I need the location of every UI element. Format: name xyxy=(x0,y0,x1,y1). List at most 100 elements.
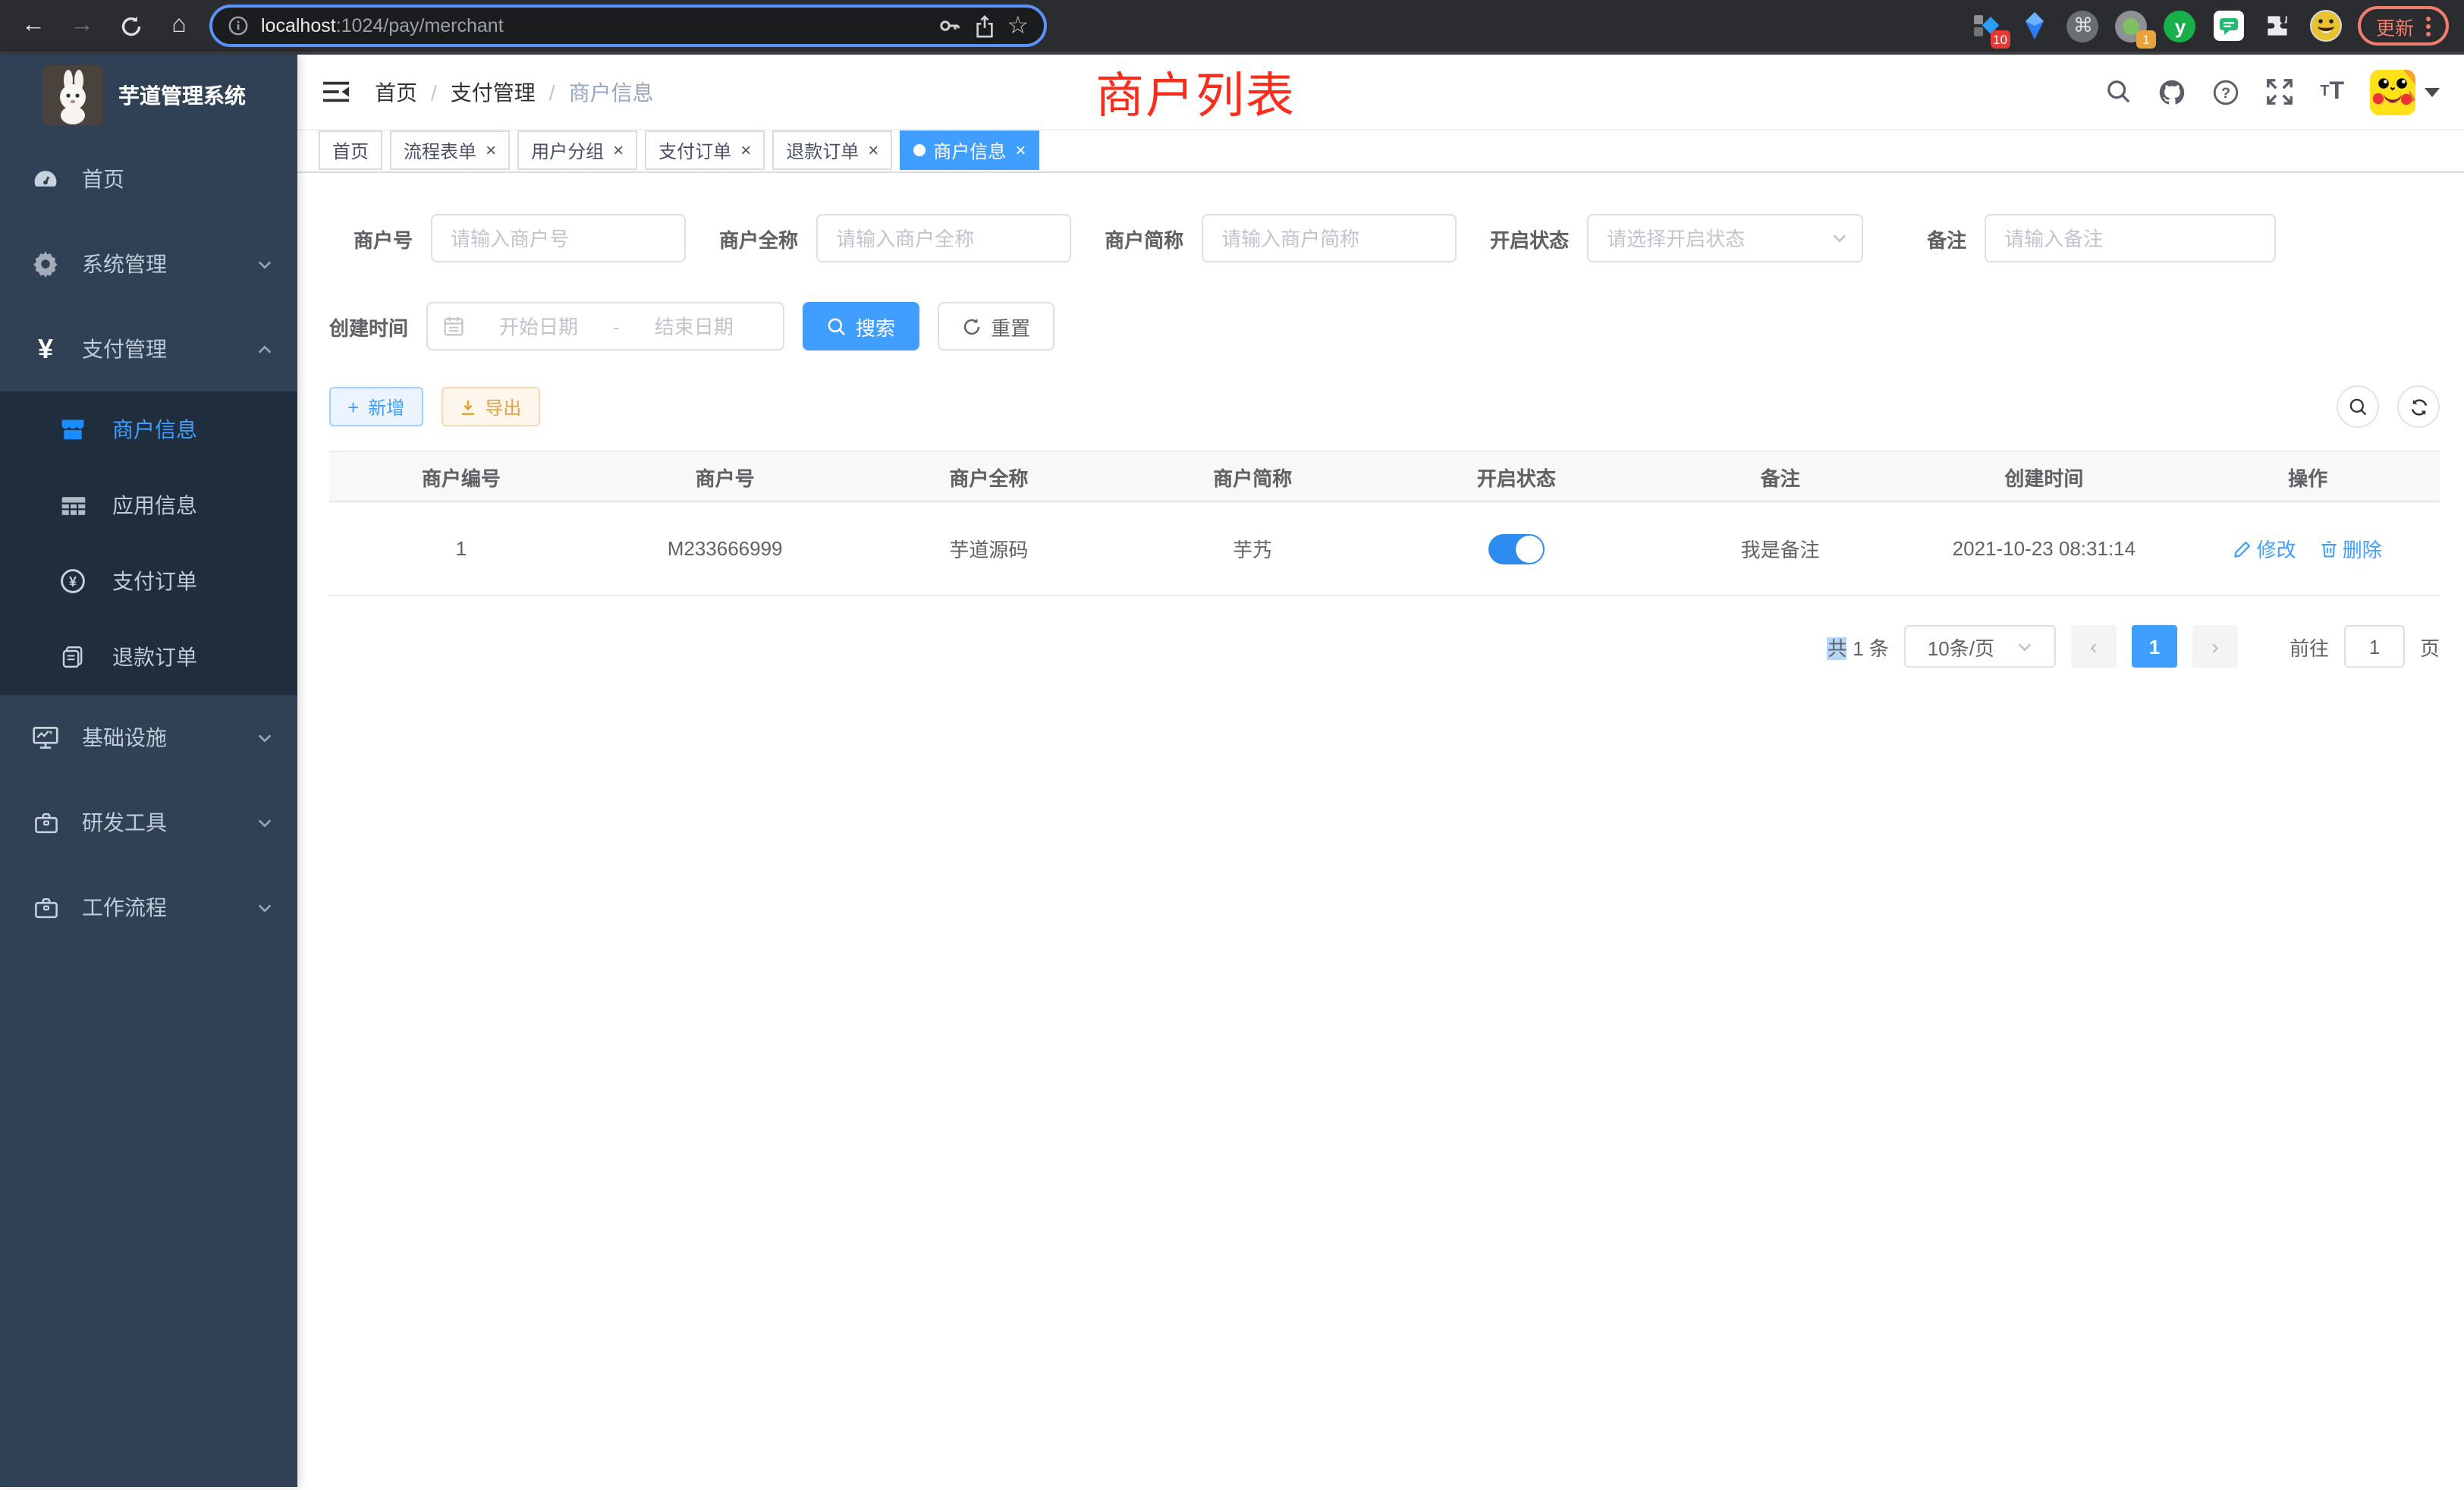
breadcrumb-payment[interactable]: 支付管理 xyxy=(451,77,536,107)
edit-pen-icon xyxy=(2233,539,2252,558)
svg-text:?: ? xyxy=(2221,84,2230,101)
tag-pay-order[interactable]: 支付订单× xyxy=(645,130,765,170)
sidebar-item-app-info[interactable]: 应用信息 xyxy=(0,467,297,543)
fullscreen-icon[interactable] xyxy=(2265,77,2294,106)
sidebar-item-label: 研发工具 xyxy=(82,807,235,838)
tag-home[interactable]: 首页 xyxy=(319,130,382,170)
tag-refund-order[interactable]: 退款订单× xyxy=(772,130,892,170)
yen-icon: ¥ xyxy=(30,333,61,365)
edit-link[interactable]: 修改 xyxy=(2233,534,2296,563)
refresh-table-button[interactable] xyxy=(2397,385,2440,428)
top-navbar: 首页 / 支付管理 / 商户信息 商户列表 ? xyxy=(297,55,2464,130)
grid-icon xyxy=(58,492,88,518)
page-number-1[interactable]: 1 xyxy=(2132,625,2177,668)
table-header-row: 商户编号 商户号 商户全称 商户简称 开启状态 备注 创建时间 操作 xyxy=(329,451,2440,501)
end-date-input[interactable] xyxy=(629,315,759,338)
merchant-table: 商户编号 商户号 商户全称 商户简称 开启状态 备注 创建时间 操作 1 xyxy=(329,451,2440,596)
sidebar-item-system[interactable]: 系统管理 xyxy=(0,222,297,306)
address-bar[interactable]: localhost:1024/pay/merchant ☆ xyxy=(209,5,1047,47)
close-icon[interactable]: × xyxy=(740,141,751,159)
status-label: 开启状态 xyxy=(1490,224,1569,253)
goto-page-input[interactable] xyxy=(2344,625,2405,668)
merchant-short-input[interactable] xyxy=(1202,214,1457,262)
sidebar-item-dev-tools[interactable]: 研发工具 xyxy=(0,780,297,865)
extensions-puzzle-icon[interactable] xyxy=(2261,9,2294,42)
font-size-icon[interactable]: TT xyxy=(2320,78,2344,105)
sidebar-item-payment[interactable]: ¥ 支付管理 xyxy=(0,306,297,391)
password-key-icon[interactable] xyxy=(937,14,961,38)
browser-menu-icon[interactable] xyxy=(2426,16,2431,36)
close-icon[interactable]: × xyxy=(486,141,496,159)
tags-view: 首页 流程表单× 用户分组× 支付订单× 退款订单× 商户信息× xyxy=(297,130,2464,173)
chevron-down-icon xyxy=(2016,638,2032,655)
navbar-actions: ? TT xyxy=(2106,69,2440,115)
breadcrumb: 首页 / 支付管理 / 商户信息 xyxy=(375,77,654,107)
browser-forward-icon[interactable]: → xyxy=(64,8,100,44)
sidebar-item-label: 商户信息 xyxy=(112,414,197,445)
browser-toolbar: ← → ⌂ localhost:1024/pay/merchant ☆ 10 xyxy=(0,0,2464,55)
tag-merchant-info[interactable]: 商户信息× xyxy=(900,130,1039,170)
breadcrumb-home[interactable]: 首页 xyxy=(375,77,417,107)
filter-row-1: 商户号 商户全称 商户简称 开启状态 xyxy=(329,214,2440,262)
url-text: localhost:1024/pay/merchant xyxy=(261,15,925,36)
close-icon[interactable]: × xyxy=(868,141,878,159)
extension-blocks-icon[interactable]: 10 xyxy=(1969,9,2003,42)
chevron-up-icon xyxy=(256,341,273,357)
sidebar: 芋道管理系统 首页 系统管理 ¥ 支付管理 xyxy=(0,55,297,1487)
avatar-caret-icon[interactable] xyxy=(2425,87,2440,96)
header-search-icon[interactable] xyxy=(2106,79,2132,105)
browser-home-icon[interactable]: ⌂ xyxy=(161,8,197,44)
bookmark-star-icon[interactable]: ☆ xyxy=(1007,11,1029,41)
tag-process-form[interactable]: 流程表单× xyxy=(390,130,510,170)
sidebar-item-merchant-info[interactable]: 商户信息 xyxy=(0,391,297,467)
sidebar-item-infrastructure[interactable]: 基础设施 xyxy=(0,695,297,780)
close-icon[interactable]: × xyxy=(1015,141,1026,159)
browser-back-icon[interactable]: ← xyxy=(15,8,52,44)
sidebar-item-label: 支付管理 xyxy=(82,334,235,364)
share-icon[interactable] xyxy=(973,14,995,37)
extension-chat-icon[interactable] xyxy=(2212,9,2246,42)
sidebar-item-refund-order[interactable]: 退款订单 xyxy=(0,619,297,695)
extension-command-icon[interactable]: ⌘ xyxy=(2066,9,2100,42)
sidebar-item-label: 工作流程 xyxy=(82,892,235,923)
page-size-select[interactable]: 10条/页 xyxy=(1904,625,2056,668)
profile-avatar-emoji[interactable] xyxy=(2309,9,2343,42)
extension-y-icon[interactable]: y xyxy=(2164,9,2197,42)
browser-reload-icon[interactable] xyxy=(112,8,149,44)
start-date-input[interactable] xyxy=(473,315,604,338)
user-avatar[interactable] xyxy=(2370,69,2415,115)
toggle-search-button[interactable] xyxy=(2337,385,2379,428)
cell-remark: 我是备注 xyxy=(1648,501,1912,596)
reset-button[interactable]: 重置 xyxy=(938,302,1054,350)
sidebar-item-label: 支付订单 xyxy=(112,566,197,596)
help-icon[interactable]: ? xyxy=(2212,78,2239,105)
status-select[interactable] xyxy=(1587,214,1863,262)
sidebar-toggle-icon[interactable] xyxy=(322,79,350,105)
merchant-name-input[interactable] xyxy=(816,214,1071,262)
extensions-area: 10 ⌘ 1 y xyxy=(1969,6,2449,46)
browser-update-button[interactable]: 更新 xyxy=(2358,6,2449,46)
extension-gem-icon[interactable] xyxy=(2018,9,2051,42)
remark-label: 备注 xyxy=(1927,224,1966,253)
prev-page-button[interactable]: ‹ xyxy=(2071,625,2117,668)
tag-user-group[interactable]: 用户分组× xyxy=(517,130,637,170)
extension-recorder-icon[interactable]: 1 xyxy=(2115,9,2148,42)
status-toggle-on[interactable] xyxy=(1488,533,1545,564)
export-button[interactable]: 导出 xyxy=(441,387,539,426)
sidebar-item-pay-order[interactable]: ¥ 支付订单 xyxy=(0,543,297,619)
cell-create-time: 2021-10-23 08:31:14 xyxy=(1912,501,2176,596)
sidebar-item-home[interactable]: 首页 xyxy=(0,137,297,222)
close-icon[interactable]: × xyxy=(613,141,624,159)
search-button[interactable]: 搜索 xyxy=(803,302,919,350)
next-page-button[interactable]: › xyxy=(2192,625,2238,668)
github-icon[interactable] xyxy=(2158,78,2186,105)
date-range-picker[interactable]: - xyxy=(426,302,784,350)
app-logo[interactable]: 芋道管理系统 xyxy=(0,55,297,137)
sidebar-item-workflow[interactable]: 工作流程 xyxy=(0,865,297,950)
add-button[interactable]: + 新增 xyxy=(329,387,423,426)
plus-icon: + xyxy=(347,395,359,418)
delete-link[interactable]: 删除 xyxy=(2320,534,2382,563)
remark-input[interactable] xyxy=(1985,214,2276,262)
site-info-icon[interactable] xyxy=(228,15,249,36)
merchant-no-input[interactable] xyxy=(431,214,686,262)
